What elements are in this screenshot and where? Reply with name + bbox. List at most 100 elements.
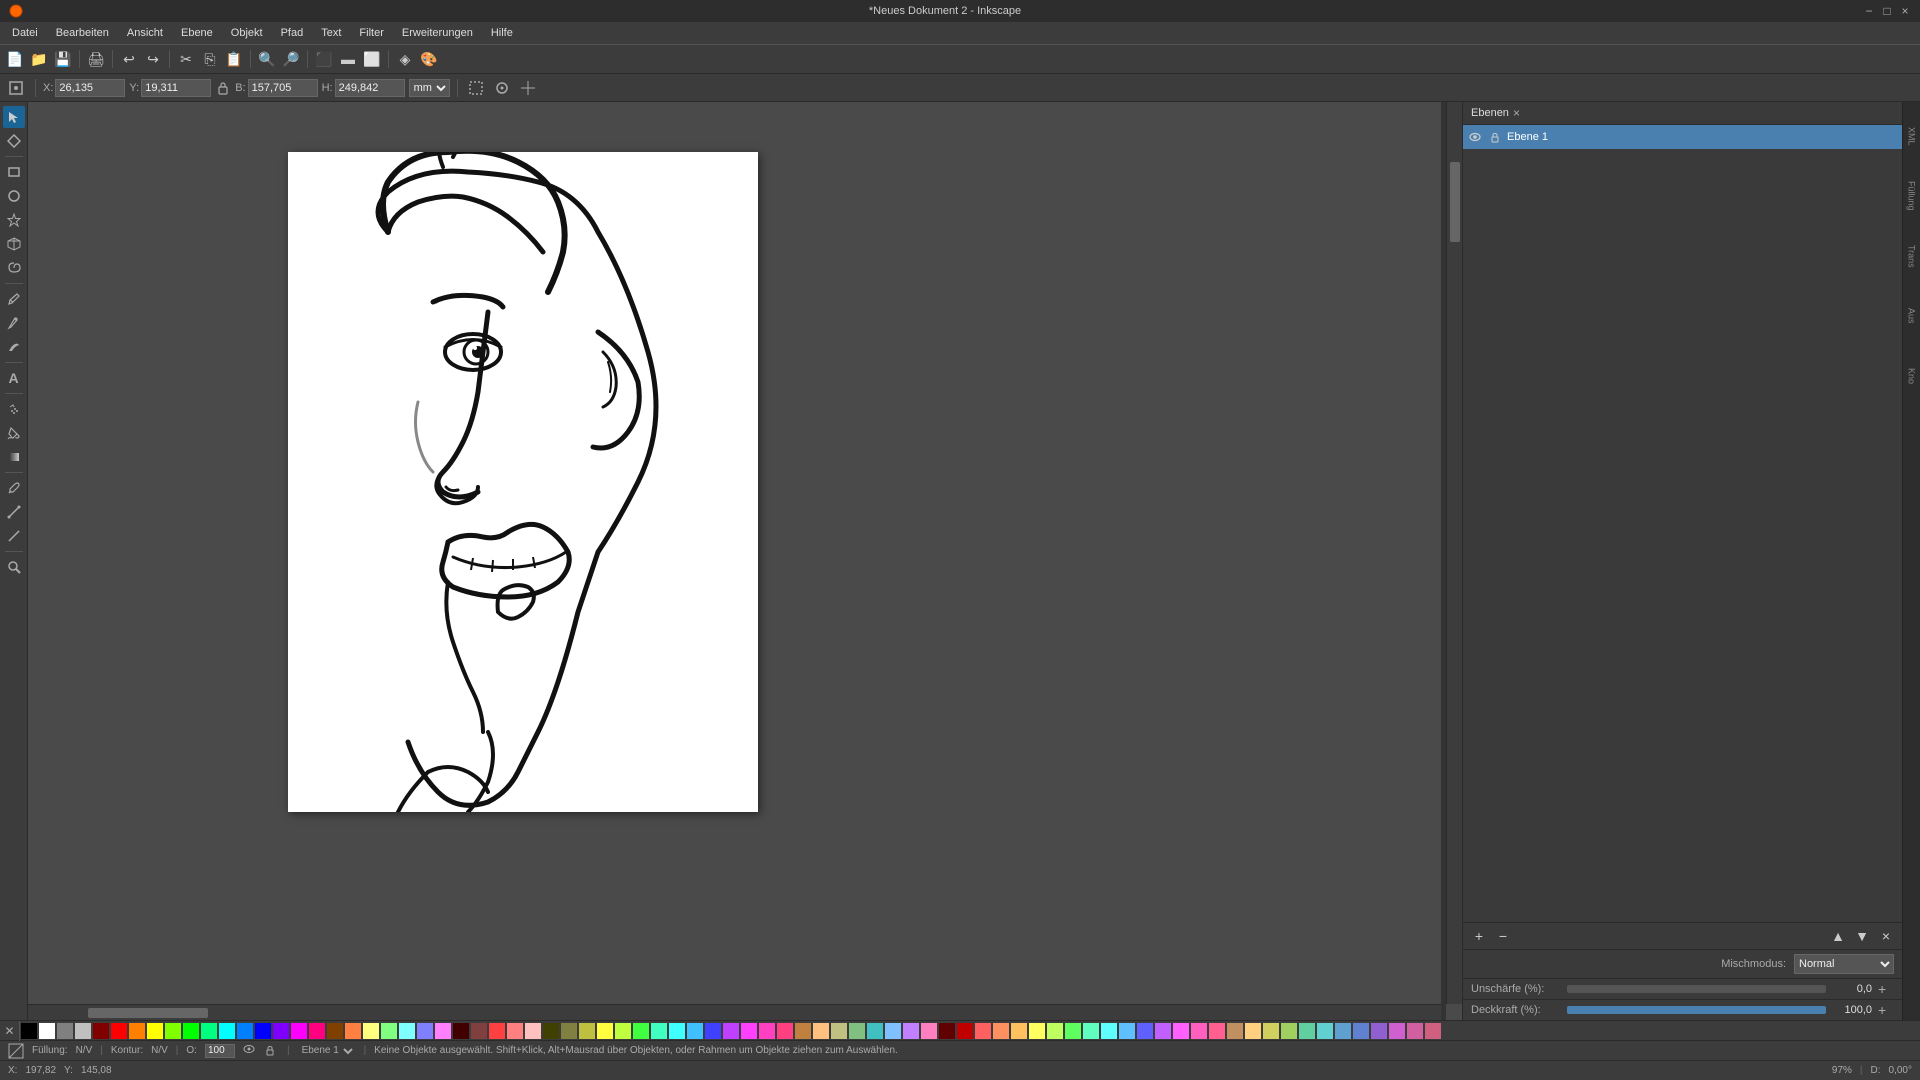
h-input[interactable] bbox=[335, 79, 405, 97]
palette-color-52[interactable] bbox=[957, 1023, 973, 1039]
palette-color-71[interactable] bbox=[1299, 1023, 1315, 1039]
panel-resize-handle[interactable] bbox=[1441, 102, 1446, 1020]
palette-color-26[interactable] bbox=[489, 1023, 505, 1039]
menu-text[interactable]: Text bbox=[313, 25, 349, 41]
palette-color-33[interactable] bbox=[615, 1023, 631, 1039]
select-tool[interactable] bbox=[3, 106, 25, 128]
vtab-nodes[interactable]: Kno bbox=[1904, 346, 1920, 406]
snap-bbox-button[interactable] bbox=[465, 77, 487, 99]
palette-color-39[interactable] bbox=[723, 1023, 739, 1039]
snap-grids-button[interactable] bbox=[517, 77, 539, 99]
zoom-in-button[interactable]: 🔍 bbox=[256, 48, 278, 70]
lock-proportions-icon[interactable] bbox=[215, 80, 231, 96]
palette-color-0[interactable] bbox=[21, 1023, 37, 1039]
palette-color-41[interactable] bbox=[759, 1023, 775, 1039]
palette-color-47[interactable] bbox=[867, 1023, 883, 1039]
palette-color-61[interactable] bbox=[1119, 1023, 1135, 1039]
fill-stroke-button[interactable]: 🎨 bbox=[418, 48, 440, 70]
palette-color-30[interactable] bbox=[561, 1023, 577, 1039]
palette-color-20[interactable] bbox=[381, 1023, 397, 1039]
layer-options-button[interactable]: × bbox=[1876, 926, 1896, 946]
pencil-tool[interactable] bbox=[3, 288, 25, 310]
menu-filter[interactable]: Filter bbox=[351, 25, 391, 41]
vtab-fill[interactable]: Füllung bbox=[1904, 166, 1920, 226]
connector-tool[interactable] bbox=[3, 501, 25, 523]
layer-lock-icon[interactable] bbox=[1487, 129, 1503, 145]
layer-down-button[interactable]: ▼ bbox=[1852, 926, 1872, 946]
snap-toggle[interactable] bbox=[4, 76, 28, 100]
palette-color-29[interactable] bbox=[543, 1023, 559, 1039]
palette-color-10[interactable] bbox=[201, 1023, 217, 1039]
align-left-button[interactable]: ⬛ bbox=[313, 48, 335, 70]
palette-color-44[interactable] bbox=[813, 1023, 829, 1039]
circle-tool[interactable] bbox=[3, 185, 25, 207]
print-button[interactable]: 🖨 bbox=[85, 48, 107, 70]
palette-color-59[interactable] bbox=[1083, 1023, 1099, 1039]
zoom-out-button[interactable]: 🔎 bbox=[280, 48, 302, 70]
drawing-canvas[interactable] bbox=[288, 152, 758, 812]
palette-color-13[interactable] bbox=[255, 1023, 271, 1039]
pen-tool[interactable] bbox=[3, 312, 25, 334]
layer-up-button[interactable]: ▲ bbox=[1828, 926, 1848, 946]
menu-hilfe[interactable]: Hilfe bbox=[483, 25, 521, 41]
eyedropper-tool[interactable] bbox=[3, 477, 25, 499]
palette-color-54[interactable] bbox=[993, 1023, 1009, 1039]
unit-select[interactable]: mm px cm in pt bbox=[409, 79, 450, 97]
node-tool[interactable] bbox=[3, 130, 25, 152]
snap-nodes-button[interactable] bbox=[491, 77, 513, 99]
palette-color-56[interactable] bbox=[1029, 1023, 1045, 1039]
palette-color-50[interactable] bbox=[921, 1023, 937, 1039]
no-fill-button[interactable]: ✕ bbox=[0, 1021, 20, 1041]
menu-datei[interactable]: Datei bbox=[4, 25, 46, 41]
menu-erweiterungen[interactable]: Erweiterungen bbox=[394, 25, 481, 41]
menu-pfad[interactable]: Pfad bbox=[273, 25, 312, 41]
fill-tool[interactable] bbox=[3, 422, 25, 444]
palette-color-36[interactable] bbox=[669, 1023, 685, 1039]
blur-plus-button[interactable]: + bbox=[1878, 981, 1894, 997]
add-layer-button[interactable]: + bbox=[1469, 926, 1489, 946]
palette-color-6[interactable] bbox=[129, 1023, 145, 1039]
layers-panel-close[interactable]: × bbox=[1513, 106, 1520, 120]
palette-color-21[interactable] bbox=[399, 1023, 415, 1039]
palette-color-7[interactable] bbox=[147, 1023, 163, 1039]
palette-color-23[interactable] bbox=[435, 1023, 451, 1039]
palette-color-77[interactable] bbox=[1407, 1023, 1423, 1039]
canvas-area[interactable] bbox=[28, 102, 1462, 1020]
palette-color-16[interactable] bbox=[309, 1023, 325, 1039]
rect-tool[interactable] bbox=[3, 161, 25, 183]
palette-color-70[interactable] bbox=[1281, 1023, 1297, 1039]
remove-layer-button[interactable]: − bbox=[1493, 926, 1513, 946]
palette-color-73[interactable] bbox=[1335, 1023, 1351, 1039]
layer-select[interactable]: Ebene 1 bbox=[298, 1043, 356, 1059]
new-button[interactable]: 📄 bbox=[4, 48, 26, 70]
menu-ansicht[interactable]: Ansicht bbox=[119, 25, 171, 41]
palette-color-49[interactable] bbox=[903, 1023, 919, 1039]
palette-color-75[interactable] bbox=[1371, 1023, 1387, 1039]
palette-color-2[interactable] bbox=[57, 1023, 73, 1039]
opacity-plus-button[interactable]: + bbox=[1878, 1002, 1894, 1018]
palette-color-62[interactable] bbox=[1137, 1023, 1153, 1039]
spray-tool[interactable] bbox=[3, 398, 25, 420]
palette-color-32[interactable] bbox=[597, 1023, 613, 1039]
palette-color-43[interactable] bbox=[795, 1023, 811, 1039]
palette-color-65[interactable] bbox=[1191, 1023, 1207, 1039]
palette-color-15[interactable] bbox=[291, 1023, 307, 1039]
palette-color-8[interactable] bbox=[165, 1023, 181, 1039]
palette-color-24[interactable] bbox=[453, 1023, 469, 1039]
node-editor-button[interactable]: ◈ bbox=[394, 48, 416, 70]
palette-color-4[interactable] bbox=[93, 1023, 109, 1039]
spiral-tool[interactable] bbox=[3, 257, 25, 279]
paste-button[interactable]: 📋 bbox=[223, 48, 245, 70]
palette-color-27[interactable] bbox=[507, 1023, 523, 1039]
palette-color-78[interactable] bbox=[1425, 1023, 1441, 1039]
palette-color-60[interactable] bbox=[1101, 1023, 1117, 1039]
menu-ebene[interactable]: Ebene bbox=[173, 25, 221, 41]
palette-color-3[interactable] bbox=[75, 1023, 91, 1039]
align-center-button[interactable]: ▬ bbox=[337, 48, 359, 70]
zoom-tool[interactable] bbox=[3, 556, 25, 578]
palette-color-42[interactable] bbox=[777, 1023, 793, 1039]
cut-button[interactable]: ✂ bbox=[175, 48, 197, 70]
palette-color-14[interactable] bbox=[273, 1023, 289, 1039]
palette-color-12[interactable] bbox=[237, 1023, 253, 1039]
redo-button[interactable]: ↪ bbox=[142, 48, 164, 70]
